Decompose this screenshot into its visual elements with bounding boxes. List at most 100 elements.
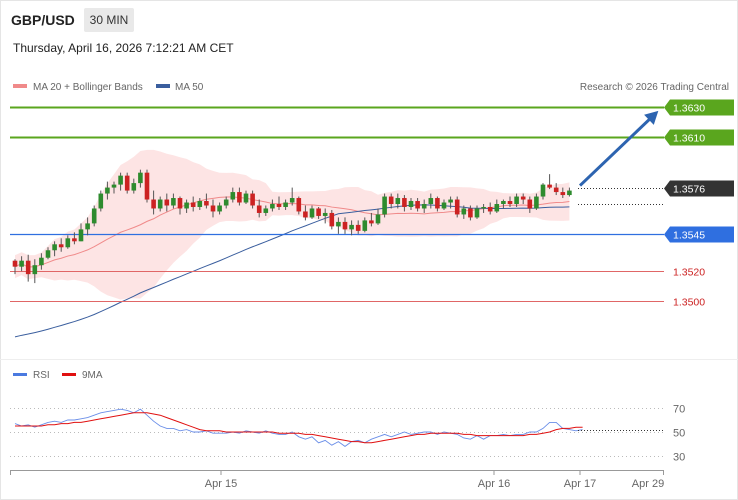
candle-body-75 bbox=[507, 201, 513, 204]
candle-body-36 bbox=[250, 193, 255, 206]
candle-body-2 bbox=[25, 260, 31, 275]
projection-arrow-layer bbox=[578, 110, 659, 187]
candle-body-84 bbox=[567, 190, 572, 196]
candle-body-73 bbox=[494, 204, 500, 212]
candle-body-77 bbox=[520, 196, 526, 200]
candle-body-64 bbox=[435, 198, 440, 209]
candle-body-18 bbox=[131, 183, 137, 191]
projection-arrow-shaft bbox=[578, 113, 656, 187]
ma20-legend-swatch bbox=[13, 84, 27, 88]
candle-body-56 bbox=[382, 196, 387, 215]
candle-body-25 bbox=[177, 198, 183, 209]
candle-body-43 bbox=[296, 198, 302, 212]
candle-body-6 bbox=[52, 244, 57, 251]
candle-body-47 bbox=[322, 212, 328, 216]
level-label-1.3500: 1.3500 bbox=[673, 297, 705, 309]
rsi-ma-line bbox=[15, 412, 583, 444]
candle-body-4 bbox=[39, 257, 44, 266]
candle-body-53 bbox=[362, 220, 368, 231]
candle-body-42 bbox=[289, 198, 295, 203]
candle-body-23 bbox=[164, 199, 170, 206]
candle-body-50 bbox=[342, 221, 348, 230]
x-axis-ticks: Apr 15 Apr 16 Apr 17 Apr 29 bbox=[10, 470, 664, 490]
candle-body-61 bbox=[415, 201, 420, 209]
candle-body-67 bbox=[454, 199, 460, 215]
candle-body-35 bbox=[243, 193, 249, 203]
rsi-ma-legend-swatch bbox=[62, 373, 76, 376]
candle-body-72 bbox=[487, 206, 493, 212]
candle-body-79 bbox=[534, 196, 539, 209]
candle-body-7 bbox=[58, 244, 64, 248]
candle-body-51 bbox=[349, 224, 354, 230]
candle-body-71 bbox=[481, 206, 486, 209]
bollinger-band-layer bbox=[15, 149, 570, 300]
candle-body-22 bbox=[157, 199, 163, 209]
rsi-ma-legend-label: 9MA bbox=[82, 370, 103, 381]
candle-body-78 bbox=[527, 199, 533, 209]
level-label-1.3545: 1.3545 bbox=[673, 230, 705, 242]
rsi-layer: 70 50 30 bbox=[10, 404, 685, 464]
candle-body-17 bbox=[124, 175, 130, 191]
research-credit: Research © 2026 Trading Central bbox=[580, 82, 729, 93]
candle-body-33 bbox=[230, 192, 236, 200]
candle-body-80 bbox=[540, 184, 546, 197]
bollinger-band bbox=[15, 149, 570, 300]
price-chart: MA 20 + Bollinger Bands MA 50 Research ©… bbox=[0, 36, 738, 500]
candle-body-29 bbox=[204, 201, 209, 206]
rsi-line bbox=[14, 408, 583, 447]
candle-body-70 bbox=[474, 208, 480, 218]
candle-body-63 bbox=[428, 198, 434, 204]
candle-body-81 bbox=[547, 184, 552, 188]
candle-body-31 bbox=[217, 205, 222, 212]
ma50-legend-label: MA 50 bbox=[175, 82, 204, 93]
candle-body-27 bbox=[190, 202, 196, 207]
candle-body-37 bbox=[256, 205, 262, 213]
candle-body-41 bbox=[283, 202, 288, 207]
level-label-1.3630: 1.3630 bbox=[673, 103, 705, 115]
candle-body-54 bbox=[369, 220, 374, 224]
rsi-tick-70: 70 bbox=[673, 404, 685, 416]
candle-body-60 bbox=[408, 201, 414, 207]
candle-body-13 bbox=[98, 193, 104, 209]
rsi-legend-label: RSI bbox=[33, 370, 50, 381]
candle-body-30 bbox=[210, 205, 216, 212]
candle-body-11 bbox=[85, 223, 90, 230]
candle-body-44 bbox=[303, 211, 308, 218]
candle-body-40 bbox=[276, 204, 282, 207]
ma20-legend-label: MA 20 + Bollinger Bands bbox=[33, 82, 143, 93]
rsi-tick-50: 50 bbox=[673, 428, 685, 440]
candle-body-68 bbox=[461, 208, 467, 215]
candle-body-49 bbox=[336, 221, 341, 227]
candle-body-3 bbox=[32, 265, 38, 275]
candle-body-20 bbox=[144, 172, 150, 200]
candle-body-32 bbox=[223, 199, 229, 206]
candle-body-39 bbox=[270, 204, 275, 209]
candle-body-15 bbox=[111, 184, 117, 188]
candle-body-58 bbox=[395, 198, 401, 204]
candle-body-26 bbox=[184, 202, 189, 209]
candle-body-5 bbox=[45, 250, 51, 258]
candle-body-21 bbox=[151, 199, 156, 209]
candle-body-9 bbox=[72, 238, 77, 242]
rsi-legend-swatch bbox=[13, 373, 27, 376]
candle-body-1 bbox=[19, 260, 24, 267]
level-label-1.3610: 1.3610 bbox=[673, 133, 705, 145]
candle-body-8 bbox=[65, 238, 71, 248]
level-label-1.3520: 1.3520 bbox=[673, 267, 705, 279]
candle-body-74 bbox=[501, 201, 506, 204]
candle-body-82 bbox=[553, 187, 559, 193]
candle-body-19 bbox=[138, 172, 143, 184]
candle-body-57 bbox=[388, 196, 394, 204]
x-tick-label-1: Apr 16 bbox=[478, 478, 510, 490]
candle-body-38 bbox=[263, 208, 269, 213]
candle-body-59 bbox=[402, 198, 407, 207]
candle-body-14 bbox=[105, 187, 110, 194]
candle-body-28 bbox=[197, 201, 203, 207]
candle-body-69 bbox=[468, 208, 473, 218]
candle-body-45 bbox=[309, 208, 315, 218]
candle-body-24 bbox=[171, 198, 176, 206]
x-tick-label-3: Apr 29 bbox=[632, 478, 664, 490]
candle-body-48 bbox=[329, 212, 335, 227]
x-tick-label-0: Apr 15 bbox=[205, 478, 237, 490]
candle-body-46 bbox=[316, 208, 321, 216]
